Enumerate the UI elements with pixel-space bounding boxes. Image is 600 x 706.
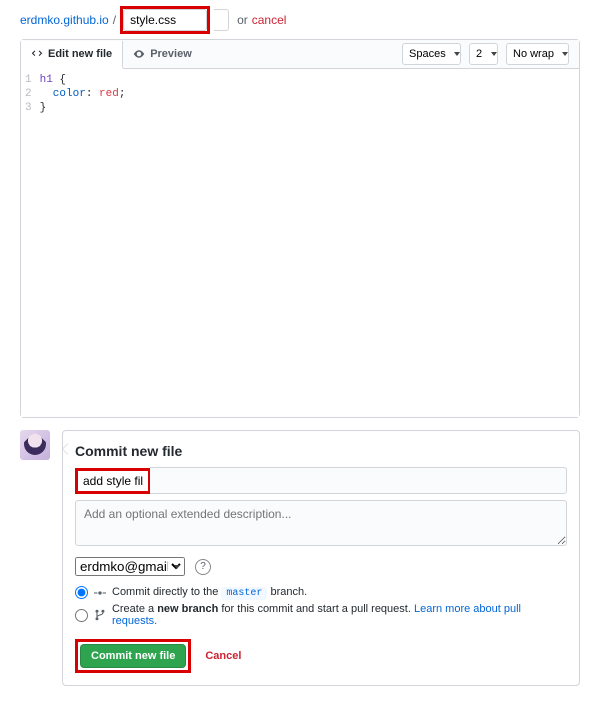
radio-branch-post: for this commit and start a pull request… (221, 603, 414, 615)
branch-pill: master (221, 587, 267, 600)
commit-actions: Commit new file Cancel (75, 639, 567, 673)
breadcrumb: erdmko.github.io / or cancel (0, 0, 600, 39)
tab-edit-label: Edit new file (48, 48, 112, 60)
avatar (20, 430, 50, 460)
radio-branch-pre: Create a (112, 603, 157, 615)
commit-summary-input[interactable] (78, 471, 148, 491)
wrap-mode-select[interactable]: No wrap (506, 43, 569, 65)
radio-branch-bold: new branch (157, 603, 218, 615)
breadcrumb-sep: / (113, 13, 116, 27)
code-editor[interactable]: 123 h1 { color: red;} (21, 69, 579, 417)
editor-box: Edit new file Preview Spaces 2 No wrap 1… (20, 39, 580, 418)
tab-edit[interactable]: Edit new file (21, 41, 123, 69)
commit-heading: Commit new file (75, 443, 567, 459)
indent-mode-select[interactable]: Spaces (402, 43, 461, 65)
radio-newbranch-input[interactable] (75, 609, 88, 622)
commit-summary-rest[interactable] (150, 467, 567, 494)
tab-preview-label: Preview (150, 48, 192, 60)
commit-description[interactable] (75, 500, 567, 546)
code-content: h1 { color: red;} (40, 69, 126, 417)
cancel-link[interactable]: cancel (252, 13, 287, 27)
commit-form: Commit new file erdmko@gmail.com ? Commi… (62, 430, 580, 686)
radio-direct-input[interactable] (75, 586, 88, 599)
git-commit-icon (94, 587, 106, 599)
commit-section: Commit new file erdmko@gmail.com ? Commi… (20, 430, 580, 686)
author-select[interactable]: erdmko@gmail.com (75, 557, 185, 576)
radio-direct[interactable]: Commit directly to the master branch. (75, 584, 567, 601)
radio-newbranch[interactable]: Create a new branch for this commit and … (75, 601, 567, 629)
commit-summary-highlight (75, 468, 151, 494)
commit-button-highlight: Commit new file (75, 639, 191, 673)
tab-preview[interactable]: Preview (123, 41, 202, 67)
filename-input[interactable] (123, 9, 207, 31)
or-text: or (237, 13, 248, 27)
editor-tabs: Edit new file Preview Spaces 2 No wrap (21, 40, 579, 69)
filename-extra (214, 9, 229, 31)
git-branch-icon (94, 609, 106, 621)
repo-link[interactable]: erdmko.github.io (20, 13, 109, 27)
radio-direct-pre: Commit directly to the (112, 586, 221, 598)
eye-icon (133, 48, 145, 60)
author-row: erdmko@gmail.com ? (75, 557, 567, 576)
filename-highlight (120, 6, 210, 34)
help-icon[interactable]: ? (195, 559, 211, 575)
commit-button[interactable]: Commit new file (80, 644, 186, 668)
cancel-button[interactable]: Cancel (199, 649, 247, 663)
indent-size-select[interactable]: 2 (469, 43, 498, 65)
radio-direct-post: branch. (271, 586, 308, 598)
code-icon (31, 48, 43, 60)
line-gutter: 123 (21, 69, 40, 417)
